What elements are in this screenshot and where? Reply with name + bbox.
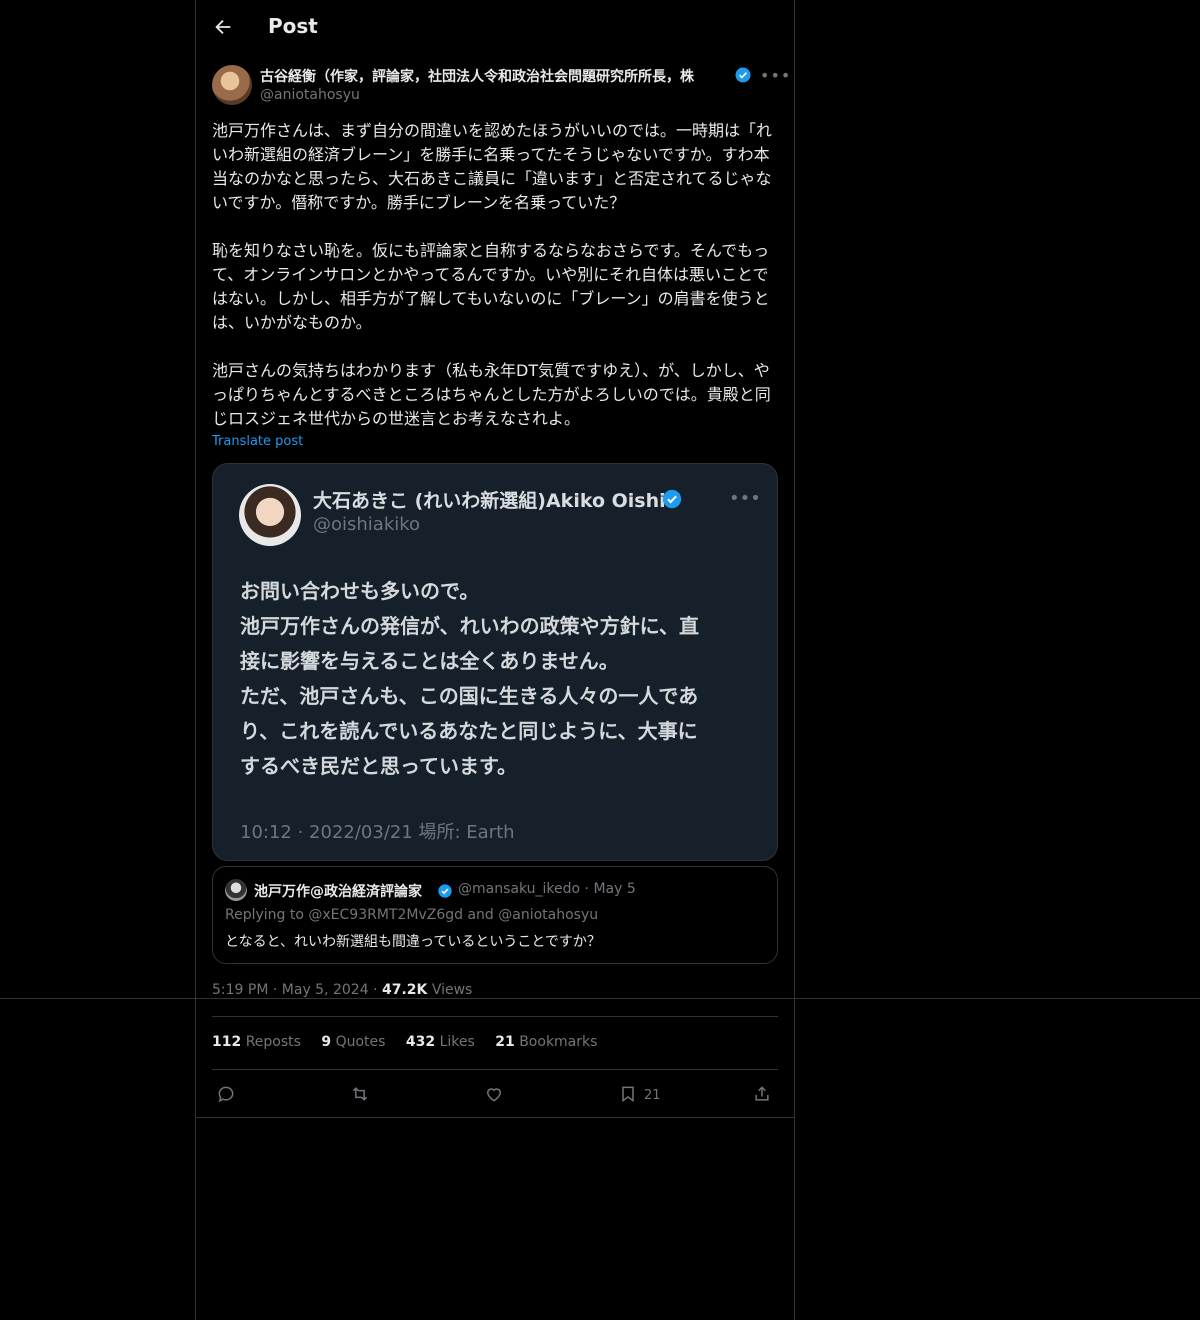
verified-icon xyxy=(437,883,453,899)
post-paragraph: 池戸さんの気持ちはわかります（私も永年DT気質ですゆえ）、が、しかし、やっぱりち… xyxy=(212,361,771,428)
repost-icon[interactable] xyxy=(350,1084,372,1106)
quotes-label: Quotes xyxy=(335,1034,386,1050)
replying-and: and xyxy=(463,907,499,923)
media-text: お問い合わせも多いので。 池戸万作さんの発信が、れいわの政策や方針に、直 接に影… xyxy=(240,574,760,784)
media-text-line: 接に影響を与えることは全くありません。 xyxy=(240,649,619,673)
bookmark-icon[interactable] xyxy=(618,1084,640,1106)
media-avatar xyxy=(239,484,301,546)
quoted-date: May 5 xyxy=(593,881,636,897)
likes-label: Likes xyxy=(439,1034,475,1050)
bookmarks-label: Bookmarks xyxy=(519,1034,598,1050)
divider xyxy=(212,1069,778,1070)
media-author-name: 大石あきこ (れいわ新選組)Akiko Oishi xyxy=(313,490,666,512)
more-icon[interactable]: ••• xyxy=(760,66,791,85)
quoted-author-name: 池戸万作@政治経済評論家 xyxy=(254,884,422,900)
more-icon: ••• xyxy=(729,488,761,509)
replying-to: Replying to @xEC93RMT2MvZ6gd and @aniota… xyxy=(225,907,598,923)
post-date[interactable]: May 5, 2024 xyxy=(282,982,369,998)
quoted-author-handle: @mansaku_ikedo xyxy=(458,881,581,897)
avatar xyxy=(225,879,247,901)
verified-icon xyxy=(661,488,683,510)
page-title: Post xyxy=(268,14,318,38)
reposts-label: Reposts xyxy=(245,1034,301,1050)
media-text-line: り、これを読んでいるあなたと同じように、大事に xyxy=(240,719,698,743)
translate-link[interactable]: Translate post xyxy=(212,434,303,449)
views-label: Views xyxy=(431,982,473,998)
media-image[interactable]: 大石あきこ (れいわ新選組)Akiko Oishi @oishiakiko ••… xyxy=(212,463,778,861)
media-timestamp: 10:12 · 2022/03/21 場所: Earth xyxy=(240,822,515,843)
reposts-count: 112 xyxy=(212,1034,242,1050)
divider xyxy=(0,998,1200,999)
reply-icon[interactable] xyxy=(216,1084,238,1106)
header: Post xyxy=(196,0,794,54)
media-author-handle: @oishiakiko xyxy=(313,514,421,535)
views-count: 47.2K xyxy=(381,982,428,998)
media-text-line: 池戸万作さんの発信が、れいわの政策や方針に、直 xyxy=(240,614,699,638)
likes-count: 432 xyxy=(405,1034,436,1050)
author-handle[interactable]: @aniotahosyu xyxy=(260,87,360,103)
heart-icon[interactable] xyxy=(484,1084,506,1106)
replying-handle[interactable]: @aniotahosyu xyxy=(498,907,598,923)
divider xyxy=(212,1016,778,1017)
post-text: 池戸万作さんは、まず自分の間違いを認めたほうがいいのでは。一時期は「れいわ新選組… xyxy=(212,119,778,455)
avatar[interactable] xyxy=(212,65,252,105)
quotes-stat[interactable]: 9 Quotes xyxy=(321,1034,385,1050)
quoted-author-meta: @mansaku_ikedo · May 5 xyxy=(458,881,636,897)
divider xyxy=(196,1117,794,1118)
replying-handle[interactable]: @xEC93RMT2MvZ6gd xyxy=(308,907,463,923)
bookmark-count: 21 xyxy=(644,1088,661,1103)
reposts-stat[interactable]: 112 Reposts xyxy=(212,1034,301,1050)
post-paragraph: 恥を知りなさい恥を。仮にも評論家と自称するならなおさらです。そんでもって、オンラ… xyxy=(212,241,770,332)
post-column: Post 古谷経衡（作家，評論家，社団法人令和政治社会問題研究所所長，株 @an… xyxy=(195,0,795,1320)
author-name[interactable]: 古谷経衡（作家，評論家，社団法人令和政治社会問題研究所所長，株 xyxy=(260,66,730,86)
bookmarks-stat[interactable]: 21 Bookmarks xyxy=(495,1034,597,1050)
likes-stat[interactable]: 432 Likes xyxy=(406,1034,475,1050)
quoted-post[interactable]: 池戸万作@政治経済評論家 @mansaku_ikedo · May 5 Repl… xyxy=(212,866,778,964)
engagement-stats: 112 Reposts 9 Quotes 432 Likes 21 Bookma… xyxy=(212,1034,613,1050)
media-text-line: お問い合わせも多いので。 xyxy=(240,579,480,603)
media-text-line: ただ、池戸さんも、この国に生きる人々の一人であ xyxy=(240,684,699,708)
post-time[interactable]: 5:19 PM xyxy=(212,982,268,998)
quotes-count: 9 xyxy=(321,1034,332,1050)
verified-icon xyxy=(734,66,752,84)
bookmarks-count: 21 xyxy=(495,1034,515,1050)
replying-prefix: Replying to xyxy=(225,907,309,923)
media-text-line: するべき民だと思っています。 xyxy=(240,754,517,778)
post-meta: 5:19 PM · May 5, 2024 · 47.2K Views xyxy=(212,982,473,998)
share-icon[interactable] xyxy=(752,1084,774,1106)
quoted-text: となると、れいわ新選組も間違っているということですか？ xyxy=(225,934,601,950)
arrow-left-icon[interactable] xyxy=(212,16,234,38)
post-paragraph: 池戸万作さんは、まず自分の間違いを認めたほうがいいのでは。一時期は「れいわ新選組… xyxy=(212,121,773,212)
